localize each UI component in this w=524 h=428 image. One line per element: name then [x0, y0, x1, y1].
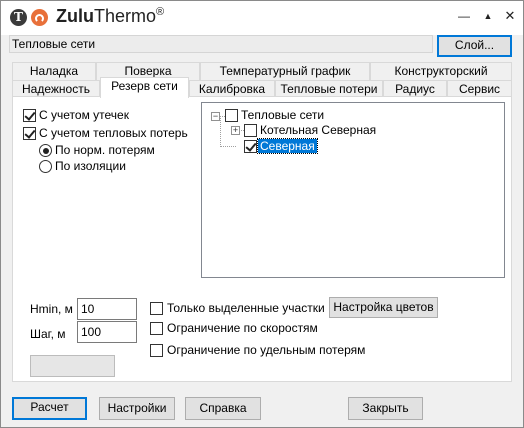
maximize-button[interactable]: ▲ [479, 7, 497, 25]
speed-limit-checkbox[interactable] [150, 322, 163, 335]
app-logo-circle-icon [31, 9, 48, 26]
close-button[interactable]: Закрыть [348, 397, 423, 420]
layer-button[interactable]: Слой... [437, 35, 512, 57]
calc-button[interactable]: Расчет [12, 397, 87, 420]
step-label: Шаг, м [30, 327, 66, 341]
app-title: ZuluThermo® [56, 6, 164, 27]
hmin-input[interactable]: 10 [77, 298, 137, 320]
hmin-label: Hmin, м [30, 302, 73, 316]
network-tree[interactable]: − Тепловые сети + Котельная Северная Сев… [201, 102, 505, 278]
only-selected-checkbox[interactable] [150, 302, 163, 315]
tab-reserve[interactable]: Резерв сети [100, 77, 189, 98]
tree-child2-checkbox[interactable] [244, 140, 257, 153]
specific-losses-checkbox[interactable] [150, 344, 163, 357]
main-window: T ZuluThermo® — ▲ ✕ Тепловые сети Слой..… [0, 0, 524, 428]
app-logo-t-icon: T [10, 9, 27, 26]
tree-child1-checkbox[interactable] [244, 124, 257, 137]
registered-mark: ® [156, 6, 165, 18]
minimize-button[interactable]: — [455, 7, 473, 25]
step-input[interactable]: 100 [77, 321, 137, 343]
app-title-bold: Zulu [56, 6, 94, 26]
by-norm-label: По норм. потерям [55, 143, 155, 157]
tab-constructor[interactable]: Конструкторский [370, 62, 512, 80]
tree-root-checkbox[interactable] [225, 109, 238, 122]
tree-collapse-icon[interactable]: − [211, 112, 220, 121]
color-settings-button[interactable]: Настройка цветов [329, 297, 438, 318]
tree-root-label[interactable]: Тепловые сети [241, 108, 324, 122]
tree-connector [220, 146, 236, 147]
heat-losses-label: С учетом тепловых потерь [39, 126, 188, 140]
app-title-regular: Thermo [94, 6, 157, 26]
tab-naladka[interactable]: Наладка [12, 62, 96, 80]
tree-expand-icon[interactable]: + [231, 126, 240, 135]
by-insulation-radio[interactable] [39, 160, 52, 173]
tree-connector [220, 116, 221, 147]
by-norm-radio[interactable] [39, 144, 52, 157]
tab-temp-graph[interactable]: Температурный график [200, 62, 370, 80]
title-bar: T ZuluThermo® — ▲ ✕ [1, 1, 523, 35]
tree-child2-label[interactable]: Северная [257, 138, 318, 154]
leaks-checkbox[interactable] [23, 109, 36, 122]
help-button[interactable]: Справка [185, 397, 261, 420]
specific-losses-label: Ограничение по удельным потерям [167, 343, 366, 357]
empty-status-box [30, 355, 115, 377]
close-window-button[interactable]: ✕ [501, 7, 519, 25]
only-selected-label: Только выделенные участки [167, 301, 325, 315]
tree-child1-label[interactable]: Котельная Северная [260, 123, 376, 137]
heat-losses-checkbox[interactable] [23, 127, 36, 140]
by-insulation-label: По изоляции [55, 159, 126, 173]
speed-limit-label: Ограничение по скоростям [167, 321, 318, 335]
settings-button[interactable]: Настройки [99, 397, 175, 420]
layer-name-field: Тепловые сети [9, 35, 433, 53]
leaks-label: С учетом утечек [39, 108, 129, 122]
